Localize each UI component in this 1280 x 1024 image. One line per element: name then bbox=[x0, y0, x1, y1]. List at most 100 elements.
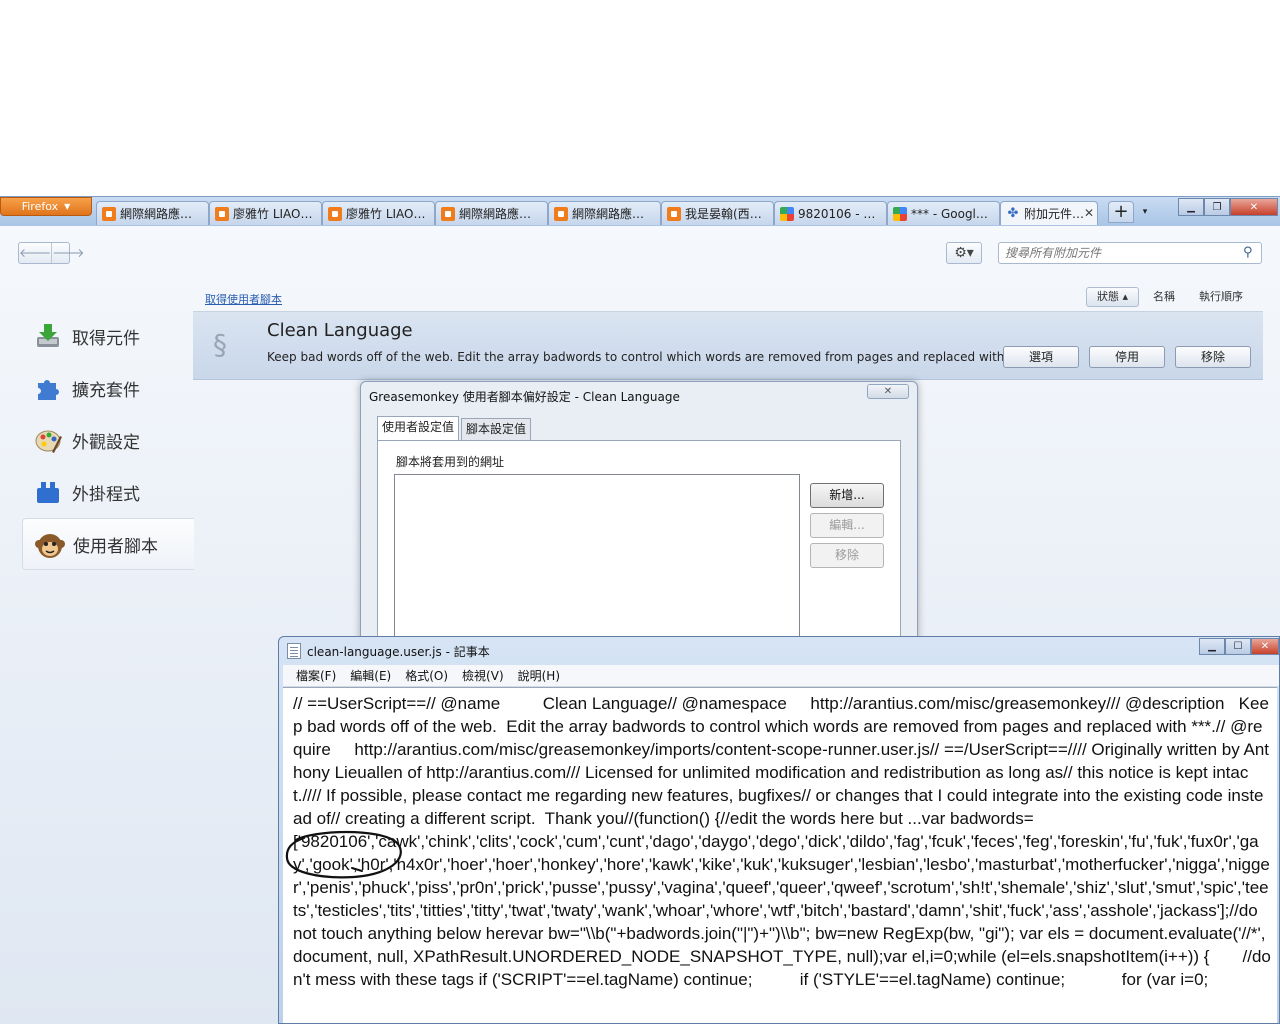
google-icon bbox=[780, 206, 794, 221]
category-plugins[interactable]: 外掛程式 bbox=[22, 466, 194, 518]
window-controls: ▁ ❐ ✕ bbox=[1178, 198, 1278, 216]
back-arrow-icon[interactable]: 🡐 bbox=[19, 243, 51, 263]
blogger-icon bbox=[102, 206, 116, 221]
tab-script-settings[interactable]: 腳本設定值 bbox=[461, 418, 532, 440]
tab-label: 廖雅竹 LIAO, ... bbox=[233, 207, 316, 221]
browser-tab[interactable]: 我是晏翰(西瓜... bbox=[661, 201, 774, 225]
tab-user-settings[interactable]: 使用者設定值 bbox=[377, 416, 460, 440]
browser-tab-active[interactable]: ✤ 附加元件管... ✕ bbox=[1000, 201, 1098, 225]
category-extensions[interactable]: 擴充套件 bbox=[22, 362, 194, 414]
user-script-item[interactable]: § Clean Language Keep bad words off of t… bbox=[193, 312, 1263, 380]
dialog-tabs: 使用者設定值 腳本設定值 bbox=[377, 416, 533, 440]
sort-by-status-button[interactable]: 狀態 ▴ bbox=[1085, 287, 1139, 307]
tab-label: 網際網路應用... bbox=[459, 207, 542, 221]
blogger-icon bbox=[328, 206, 342, 221]
minimize-icon: ▁ bbox=[1187, 201, 1195, 213]
category-label: 使用者腳本 bbox=[73, 536, 158, 557]
close-window-button[interactable]: ✕ bbox=[1251, 638, 1279, 655]
blogger-icon bbox=[554, 206, 568, 221]
tab-label: 廖雅竹 LIAO, ... bbox=[346, 207, 429, 221]
menu-file[interactable]: 檔案(F) bbox=[289, 665, 343, 686]
notepad-text-area[interactable]: // ==UserScript==// @name Clean Language… bbox=[283, 687, 1277, 1023]
download-icon bbox=[34, 322, 62, 350]
menu-format[interactable]: 格式(O) bbox=[398, 665, 455, 686]
palette-icon bbox=[34, 426, 62, 454]
search-input[interactable] bbox=[998, 242, 1262, 264]
browser-tab[interactable]: 廖雅竹 LIAO, ... bbox=[209, 201, 322, 225]
tab-label: 9820106 - G... bbox=[798, 206, 881, 221]
addon-icon: ✤ bbox=[1007, 205, 1019, 221]
browser-tab[interactable]: 網際網路應用... bbox=[435, 201, 548, 225]
sort-label: 狀態 bbox=[1096, 290, 1119, 303]
gear-icon: ⚙▾ bbox=[954, 245, 974, 261]
sort-bar: 狀態 ▴ 名稱 執行順序 bbox=[1085, 287, 1253, 307]
disable-button[interactable]: 停用 bbox=[1089, 346, 1165, 368]
minimize-button[interactable]: ▁ bbox=[1178, 198, 1204, 216]
browser-tab[interactable]: *** - Google ... bbox=[887, 201, 1000, 225]
browser-tab[interactable]: 網際網路應用... bbox=[96, 201, 209, 225]
category-label: 外掛程式 bbox=[72, 484, 140, 505]
close-tab-icon[interactable]: ✕ bbox=[1084, 206, 1094, 220]
browser-tab[interactable]: 9820106 - G... bbox=[774, 201, 887, 225]
minimize-button[interactable]: ▁ bbox=[1199, 638, 1225, 655]
included-urls-label: 腳本將套用到的網址 bbox=[396, 455, 505, 469]
category-get-addons[interactable]: 取得元件 bbox=[22, 310, 194, 362]
maximize-icon: ☐ bbox=[1233, 641, 1243, 652]
search-icon[interactable]: ⚲ bbox=[1243, 245, 1253, 260]
category-label: 外觀設定 bbox=[72, 432, 140, 453]
blogger-icon bbox=[667, 206, 681, 221]
close-icon: ✕ bbox=[1260, 641, 1270, 652]
new-tab-button[interactable]: + bbox=[1108, 201, 1134, 223]
forward-arrow-icon[interactable]: 🡒 bbox=[51, 243, 84, 263]
list-header: 取得使用者腳本 狀態 ▴ 名稱 執行順序 bbox=[193, 284, 1263, 312]
plugin-icon bbox=[34, 478, 62, 506]
tab-label: 我是晏翰(西瓜... bbox=[685, 207, 768, 221]
history-navigation: 🡐 🡒 bbox=[18, 242, 84, 264]
add-url-button[interactable]: 新增... bbox=[810, 483, 884, 508]
remove-url-button[interactable]: 移除 bbox=[810, 543, 884, 568]
category-label: 擴充套件 bbox=[72, 380, 140, 401]
script-description: Keep bad words off of the web. Edit the … bbox=[267, 350, 1031, 364]
chevron-down-icon: ▼ bbox=[64, 202, 71, 211]
get-user-scripts-link[interactable]: 取得使用者腳本 bbox=[205, 291, 282, 307]
category-user-scripts[interactable]: 使用者腳本 bbox=[22, 518, 194, 570]
all-tabs-button[interactable]: ▾ bbox=[1136, 203, 1154, 221]
tab-label: *** - Google ... bbox=[911, 206, 994, 221]
menu-edit[interactable]: 編輯(E) bbox=[343, 665, 398, 686]
menu-view[interactable]: 檢視(V) bbox=[455, 665, 511, 686]
notepad-menubar: 檔案(F) 編輯(E) 格式(O) 檢視(V) 說明(H) bbox=[283, 665, 1279, 687]
dialog-close-button[interactable]: ✕ bbox=[867, 384, 909, 399]
options-button[interactable]: 選項 bbox=[1003, 346, 1079, 368]
menu-help[interactable]: 說明(H) bbox=[511, 665, 567, 686]
category-appearance[interactable]: 外觀設定 bbox=[22, 414, 194, 466]
remove-button[interactable]: 移除 bbox=[1175, 346, 1251, 368]
category-label: 取得元件 bbox=[72, 328, 140, 349]
minimize-icon: ▁ bbox=[1208, 641, 1216, 652]
greasemonkey-prefs-dialog: Greasemonkey 使用者腳本偏好設定 - Clean Language … bbox=[360, 381, 918, 671]
maximize-button[interactable]: ☐ bbox=[1225, 638, 1251, 655]
restore-button[interactable]: ❐ bbox=[1204, 198, 1230, 216]
browser-tab[interactable]: 網際網路應用... bbox=[548, 201, 661, 225]
close-icon: ✕ bbox=[1249, 201, 1259, 213]
category-sidebar: 取得元件 擴充套件 外觀設定 外掛程式 使用者腳本 bbox=[22, 310, 194, 570]
script-icon: § bbox=[213, 328, 227, 361]
sort-by-name-button[interactable]: 名稱 bbox=[1143, 287, 1185, 307]
edit-url-button[interactable]: 編輯... bbox=[810, 513, 884, 538]
notepad-title: clean-language.user.js - 記事本 bbox=[307, 645, 490, 659]
tools-menu-button[interactable]: ⚙▾ bbox=[946, 242, 982, 264]
blogger-icon bbox=[441, 206, 455, 221]
blogger-icon bbox=[215, 206, 229, 221]
puzzle-icon bbox=[34, 374, 62, 402]
chevron-up-icon: ▴ bbox=[1122, 290, 1128, 303]
close-icon: ✕ bbox=[883, 386, 893, 397]
notepad-window: clean-language.user.js - 記事本 ▁ ☐ ✕ 檔案(F)… bbox=[278, 636, 1280, 1024]
google-icon bbox=[893, 206, 907, 221]
tab-label: 網際網路應用... bbox=[572, 207, 655, 221]
firefox-menu-button[interactable]: Firefox ▼ bbox=[0, 197, 92, 216]
chevron-down-icon: ▾ bbox=[1142, 207, 1148, 217]
greasemonkey-icon bbox=[35, 530, 65, 558]
browser-tab[interactable]: 廖雅竹 LIAO, ... bbox=[322, 201, 435, 225]
firefox-tab-bar: Firefox ▼ 網際網路應用... 廖雅竹 LIAO, ... 廖雅竹 LI… bbox=[0, 196, 1280, 226]
sort-by-order-button[interactable]: 執行順序 bbox=[1189, 287, 1253, 307]
close-window-button[interactable]: ✕ bbox=[1230, 198, 1278, 216]
